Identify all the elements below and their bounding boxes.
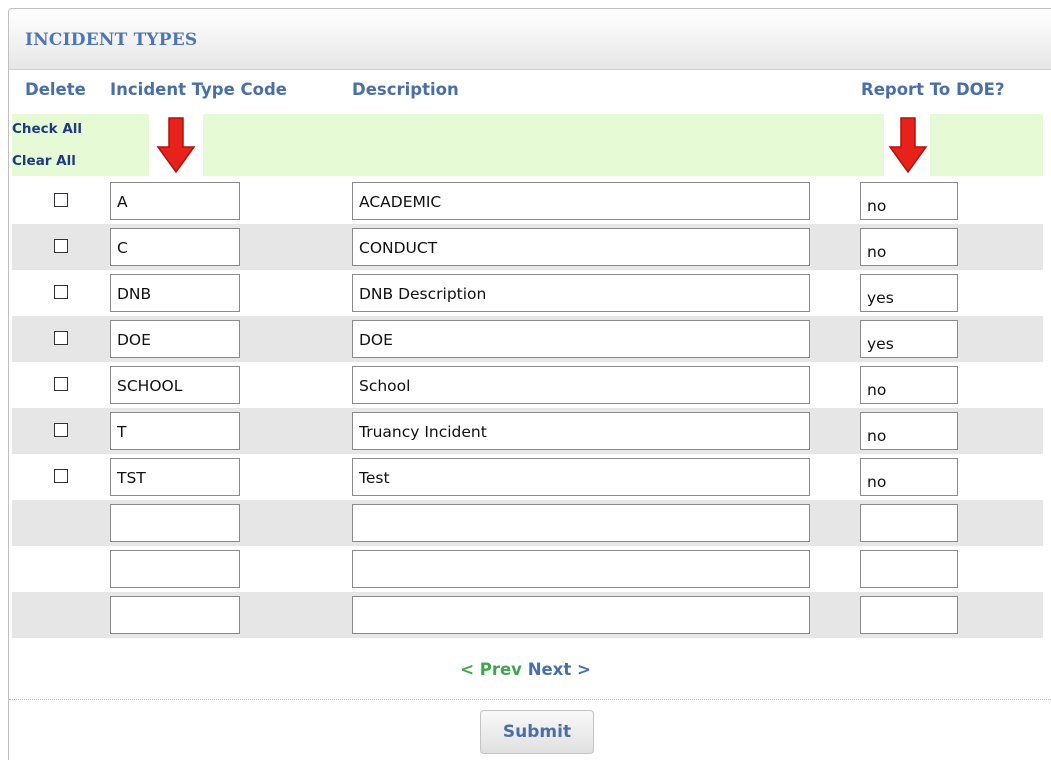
description-input[interactable] xyxy=(352,596,810,634)
report-to-doe-input[interactable] xyxy=(860,504,958,542)
column-header-description: Description xyxy=(352,80,459,99)
incident-code-input[interactable] xyxy=(110,550,240,588)
description-input[interactable]: DOE xyxy=(352,320,810,358)
delete-checkbox[interactable] xyxy=(54,331,68,345)
description-input[interactable]: School xyxy=(352,366,810,404)
report-to-doe-input[interactable]: no xyxy=(860,366,958,404)
incident-code-input[interactable] xyxy=(110,596,240,634)
description-input[interactable]: DNB Description xyxy=(352,274,810,312)
column-header-report: Report To DOE? xyxy=(861,80,1005,99)
incident-code-input[interactable]: DOE xyxy=(110,320,240,358)
table-row: TST Test no xyxy=(12,454,1043,500)
pagination: < Prev Next > xyxy=(0,660,1051,679)
clear-all-link[interactable]: Clear All xyxy=(12,153,76,169)
incident-code-input[interactable]: TST xyxy=(110,458,240,496)
submit-button[interactable]: Submit xyxy=(480,710,594,754)
table-row: SCHOOL School no xyxy=(12,362,1043,408)
delete-checkbox[interactable] xyxy=(54,469,68,483)
description-input[interactable]: Truancy Incident xyxy=(352,412,810,450)
table-row: T Truancy Incident no xyxy=(12,408,1043,454)
table-row xyxy=(12,546,1043,592)
delete-checkbox[interactable] xyxy=(54,239,68,253)
incident-code-input[interactable]: SCHOOL xyxy=(110,366,240,404)
check-all-link[interactable]: Check All xyxy=(12,121,82,137)
delete-checkbox[interactable] xyxy=(54,377,68,391)
panel-header: INCIDENT TYPES xyxy=(9,9,1051,70)
report-to-doe-input[interactable]: yes xyxy=(860,320,958,358)
table-row: C CONDUCT no xyxy=(12,224,1043,270)
delete-checkbox[interactable] xyxy=(54,285,68,299)
report-to-doe-input[interactable] xyxy=(860,550,958,588)
description-input[interactable] xyxy=(352,504,810,542)
report-to-doe-input[interactable]: yes xyxy=(860,274,958,312)
report-to-doe-input[interactable] xyxy=(860,596,958,634)
table-row xyxy=(12,592,1043,638)
description-input[interactable]: CONDUCT xyxy=(352,228,810,266)
report-to-doe-input[interactable]: no xyxy=(860,458,958,496)
delete-checkbox[interactable] xyxy=(54,423,68,437)
incident-code-input[interactable]: C xyxy=(110,228,240,266)
column-header-delete: Delete xyxy=(25,80,86,99)
prev-page-link[interactable]: < Prev xyxy=(460,660,522,679)
report-to-doe-input[interactable]: no xyxy=(860,228,958,266)
incident-code-input[interactable]: DNB xyxy=(110,274,240,312)
table-row: DOE DOE yes xyxy=(12,316,1043,362)
divider xyxy=(9,699,1051,700)
incident-code-input[interactable]: T xyxy=(110,412,240,450)
incident-code-input[interactable]: A xyxy=(110,182,240,220)
panel-title: INCIDENT TYPES xyxy=(25,30,198,50)
incident-code-input[interactable] xyxy=(110,504,240,542)
description-input[interactable] xyxy=(352,550,810,588)
next-page-link[interactable]: Next > xyxy=(528,660,591,679)
table-row: DNB DNB Description yes xyxy=(12,270,1043,316)
column-header-code: Incident Type Code xyxy=(110,80,287,99)
table-row: A ACADEMIC no xyxy=(12,178,1043,224)
red-down-arrow-icon xyxy=(156,117,196,174)
red-down-arrow-icon xyxy=(888,117,928,174)
report-to-doe-input[interactable]: no xyxy=(860,182,958,220)
description-input[interactable]: Test xyxy=(352,458,810,496)
report-to-doe-input[interactable]: no xyxy=(860,412,958,450)
delete-checkbox[interactable] xyxy=(54,193,68,207)
description-input[interactable]: ACADEMIC xyxy=(352,182,810,220)
table-row xyxy=(12,500,1043,546)
